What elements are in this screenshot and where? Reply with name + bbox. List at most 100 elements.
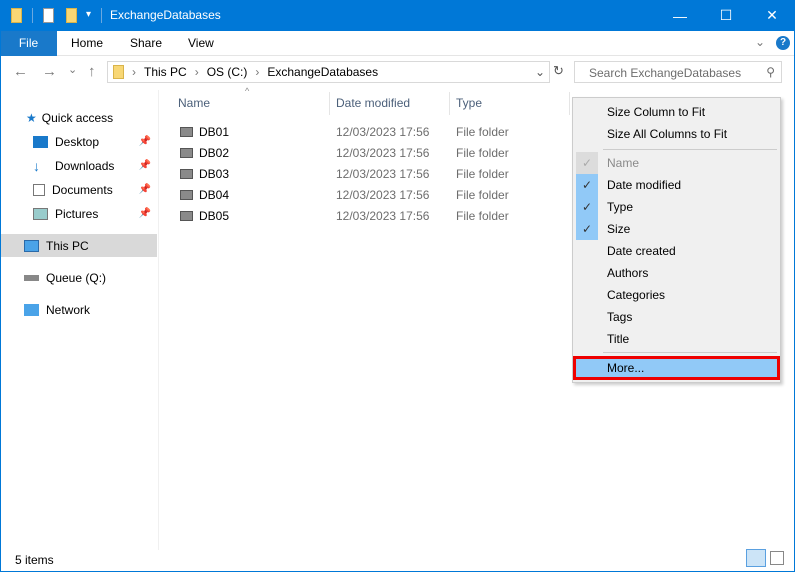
menu-item-column[interactable]: ✓ Type <box>573 196 780 218</box>
file-row[interactable]: DB03 12/03/2023 17:56 File folder <box>172 163 572 184</box>
label: Downloads <box>55 158 115 173</box>
help-icon[interactable]: ? <box>776 36 790 50</box>
menu-item-column[interactable]: ✓ Name <box>573 152 780 174</box>
navigation-pane: ★ Quick access Desktop 📌 ↓ Downloads 📌 Docum… <box>0 90 158 550</box>
menu-item-column[interactable]: Tags <box>573 306 780 328</box>
column-header-date-modified[interactable]: Date modified <box>330 92 450 115</box>
address-bar[interactable]: › This PC › OS (C:) › ExchangeDatabases ⌄ <box>107 61 550 83</box>
divider <box>101 8 102 23</box>
label: Network <box>46 302 91 317</box>
folder-icon <box>180 211 193 221</box>
label: Queue (Q:) <box>46 270 107 285</box>
menu-item-label: Tags <box>607 310 633 324</box>
menu-item-more[interactable]: More... <box>573 356 780 380</box>
column-header-type[interactable]: Type <box>450 92 570 115</box>
desktop-icon <box>33 135 48 148</box>
folder-icon <box>180 169 193 179</box>
sidebar-item-queue[interactable]: Queue (Q:) <box>0 266 157 289</box>
menu-item-column[interactable]: ✓ Size <box>573 218 780 240</box>
maximize-button[interactable]: ☐ <box>703 0 749 31</box>
column-header-name[interactable]: Name <box>172 92 330 115</box>
status-item-count: 5 items <box>15 553 54 567</box>
pictures-icon <box>33 207 48 220</box>
sidebar-item-pictures[interactable]: Pictures 📌 <box>0 202 157 225</box>
up-button[interactable]: ↑ <box>88 63 96 80</box>
folder-icon <box>180 190 193 200</box>
file-date: 12/03/2023 17:56 <box>336 188 430 202</box>
folder-icon <box>11 8 22 23</box>
new-folder-icon[interactable] <box>66 8 77 23</box>
check-icon: ✓ <box>576 152 598 174</box>
pin-icon: 📌 <box>138 208 151 219</box>
breadcrumb-exchangedatabases[interactable]: ExchangeDatabases <box>267 65 378 79</box>
sidebar-item-documents[interactable]: Documents 📌 <box>0 178 157 201</box>
column-context-menu: Size Column to Fit Size All Columns to F… <box>572 97 781 383</box>
folder-icon <box>113 65 124 79</box>
file-name: DB04 <box>199 188 230 202</box>
menu-item-column[interactable]: Date created <box>573 240 780 262</box>
file-row[interactable]: DB05 12/03/2023 17:56 File folder <box>172 205 572 226</box>
tab-view[interactable]: View <box>174 31 228 56</box>
menu-item-label: Size <box>607 222 631 236</box>
menu-item-column[interactable]: ✓ Date modified <box>573 174 780 196</box>
folder-icon <box>180 127 193 137</box>
recent-locations-button[interactable]: ⌄ <box>68 63 77 76</box>
close-button[interactable]: ✕ <box>749 0 795 31</box>
drive-icon <box>24 274 39 281</box>
sidebar-item-network[interactable]: Network <box>0 298 157 321</box>
tab-file[interactable]: File <box>0 31 57 56</box>
menu-item-column[interactable]: Categories <box>573 284 780 306</box>
sidebar-item-quick-access[interactable]: ★ Quick access <box>0 106 157 129</box>
menu-item-label: Title <box>607 332 630 346</box>
sidebar-item-this-pc[interactable]: This PC <box>0 234 157 257</box>
pane-divider[interactable] <box>158 90 159 550</box>
divider <box>32 8 33 23</box>
expand-ribbon-icon[interactable]: ⌄ <box>755 35 765 49</box>
menu-item-label: Authors <box>607 266 649 280</box>
file-type: File folder <box>456 167 509 181</box>
documents-icon <box>33 183 45 196</box>
search-input[interactable]: Search ExchangeDatabases ⚲ <box>574 61 782 83</box>
breadcrumb-this-pc[interactable]: This PC <box>144 65 187 79</box>
menu-item-label: Type <box>607 200 634 214</box>
address-dropdown-icon[interactable]: ⌄ <box>535 65 545 79</box>
breadcrumb-os-c[interactable]: OS (C:) <box>207 65 248 79</box>
menu-item-column[interactable]: Authors <box>573 262 780 284</box>
file-row[interactable]: DB02 12/03/2023 17:56 File folder <box>172 142 572 163</box>
minimize-button[interactable]: — <box>657 0 703 31</box>
forward-button[interactable]: → <box>42 63 57 80</box>
search-placeholder: Search ExchangeDatabases <box>589 66 742 80</box>
file-type: File folder <box>456 209 509 223</box>
file-row[interactable]: DB01 12/03/2023 17:56 File folder <box>172 121 572 142</box>
window-title: ExchangeDatabases <box>110 8 221 22</box>
file-date: 12/03/2023 17:56 <box>336 167 430 181</box>
menu-separator <box>603 149 777 150</box>
menu-item-label: Date created <box>607 244 676 258</box>
menu-item-label: Date modified <box>607 178 682 192</box>
tab-share[interactable]: Share <box>116 31 176 56</box>
refresh-button[interactable]: ↻ <box>553 63 564 79</box>
customize-toolbar-icon[interactable]: ▾ <box>86 9 91 20</box>
check-icon: ✓ <box>576 196 598 218</box>
menu-item-size-all-columns-to-fit[interactable]: Size All Columns to Fit <box>573 123 780 145</box>
details-view-button[interactable] <box>746 549 766 567</box>
large-icons-view-button[interactable] <box>770 551 784 565</box>
pin-icon: 📌 <box>138 160 151 171</box>
sidebar-item-desktop[interactable]: Desktop 📌 <box>0 130 157 153</box>
tab-home[interactable]: Home <box>57 31 117 56</box>
label: Desktop <box>55 134 100 149</box>
properties-icon[interactable] <box>43 8 54 23</box>
menu-item-column[interactable]: Title <box>573 328 780 350</box>
sidebar-item-downloads[interactable]: ↓ Downloads 📌 <box>0 154 157 177</box>
file-date: 12/03/2023 17:56 <box>336 146 430 160</box>
folder-icon <box>180 148 193 158</box>
label: Pictures <box>55 206 99 221</box>
title-bar: ▾ ExchangeDatabases — ☐ ✕ <box>0 0 795 31</box>
file-row[interactable]: DB04 12/03/2023 17:56 File folder <box>172 184 572 205</box>
star-icon: ★ <box>26 110 37 125</box>
menu-item-size-column-to-fit[interactable]: Size Column to Fit <box>573 101 780 123</box>
pin-icon: 📌 <box>138 184 151 195</box>
file-type: File folder <box>456 146 509 160</box>
back-button[interactable]: ← <box>13 63 28 80</box>
download-icon: ↓ <box>33 157 40 174</box>
